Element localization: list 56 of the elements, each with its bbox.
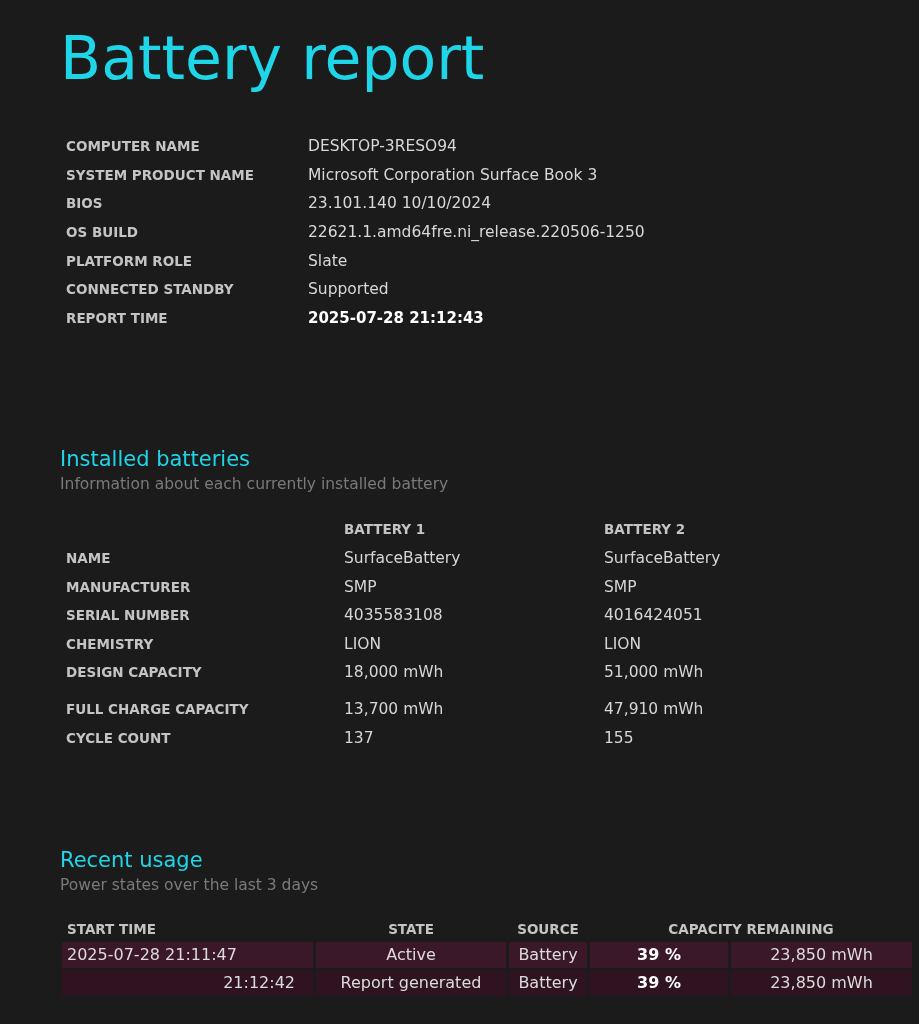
battery-label: DESIGN CAPACITY — [66, 664, 202, 681]
section-subtitle: Power states over the last 3 days — [60, 874, 320, 896]
table-cell: Battery — [509, 941, 587, 968]
info-value: 2025-07-28 21:12:43 — [308, 308, 484, 327]
section-heading: Installed batteries — [60, 446, 252, 474]
battery-value: SurfaceBattery — [604, 549, 721, 568]
battery-label: FULL CHARGE CAPACITY — [66, 701, 249, 717]
info-value: 23.101.140 10/10/2024 — [308, 194, 491, 213]
column-header: BATTERY 1 — [344, 521, 426, 538]
battery-label: CHEMISTRY — [66, 635, 154, 652]
battery-value: SurfaceBattery — [344, 549, 461, 568]
section-subtitle: Information about each currently installed battery — [60, 474, 450, 496]
table-cell: 39 % — [590, 969, 728, 996]
column-header: START TIME — [67, 920, 156, 937]
info-label: PLATFORM ROLE — [66, 252, 193, 269]
info-label: BIOS — [66, 195, 103, 212]
table-cell: Report generated — [316, 969, 506, 996]
table-cell: Battery — [509, 969, 587, 996]
battery-value: SMP — [604, 577, 637, 596]
info-value: Microsoft Corporation Surface Book 3 — [308, 165, 598, 184]
battery-value: LION — [344, 634, 381, 653]
info-value: Slate — [308, 251, 348, 270]
battery-label: NAME — [66, 550, 111, 567]
info-label: CONNECTED STANDBY — [66, 281, 234, 298]
battery-value: SMP — [344, 577, 377, 596]
battery-value: 137 — [344, 728, 374, 747]
section-heading: Recent usage — [60, 846, 204, 874]
info-label: REPORT TIME — [66, 309, 168, 326]
battery-value: 4035583108 — [344, 606, 443, 625]
battery-label: CYCLE COUNT — [66, 729, 171, 746]
table-cell: 21:12:42 — [62, 969, 313, 996]
info-value: 22621.1.amd64fre.ni_release.220506-1250 — [308, 223, 645, 242]
column-header: SOURCE — [517, 920, 579, 937]
table-cell: 23,850 mWh — [731, 969, 912, 996]
battery-label: MANUFACTURER — [66, 578, 191, 595]
table-cell: 2025-07-28 21:11:47 — [62, 941, 313, 968]
report-title: Battery report — [60, 22, 486, 94]
info-value: Supported — [308, 280, 389, 299]
column-header: STATE — [388, 920, 434, 937]
battery-value: 13,700 mWh — [344, 700, 444, 718]
column-header: CAPACITY REMAINING — [668, 920, 834, 937]
info-label: COMPUTER NAME — [66, 138, 200, 155]
info-label: OS BUILD — [66, 224, 138, 241]
battery-value: 4016424051 — [604, 606, 703, 625]
column-header: BATTERY 2 — [604, 521, 686, 538]
battery-label: SERIAL NUMBER — [66, 607, 190, 624]
battery-value: 18,000 mWh — [344, 663, 444, 682]
info-value: DESKTOP-3RESO94 — [308, 137, 457, 156]
table-cell: Active — [316, 941, 506, 968]
table-cell: 39 % — [590, 941, 728, 968]
battery-value: 155 — [604, 728, 634, 747]
battery-value: 47,910 mWh — [604, 700, 704, 718]
battery-value: LION — [604, 634, 641, 653]
battery-value: 51,000 mWh — [604, 663, 704, 682]
table-cell: 23,850 mWh — [731, 941, 912, 968]
info-label: SYSTEM PRODUCT NAME — [66, 166, 254, 183]
